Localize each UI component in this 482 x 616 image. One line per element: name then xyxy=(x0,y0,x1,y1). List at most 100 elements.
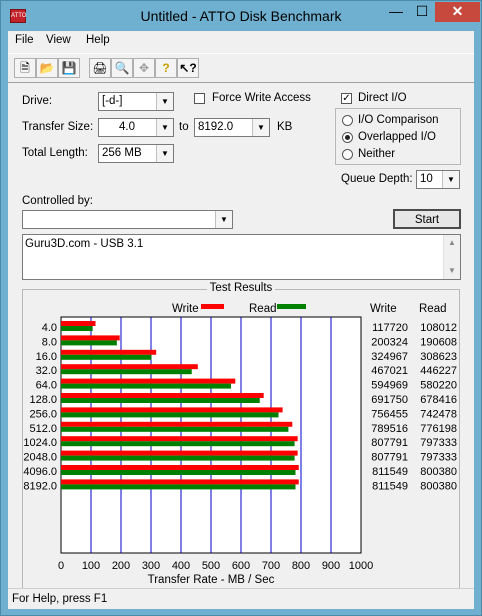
read-bar xyxy=(61,412,279,418)
write-value: 807791 xyxy=(371,437,408,449)
legend-read-label: Read xyxy=(249,303,277,315)
neither-label: Neither xyxy=(358,148,396,160)
chevron-down-icon: ▼ xyxy=(442,171,459,188)
read-value: 800380 xyxy=(420,466,457,478)
controlled-by-label: Controlled by: xyxy=(22,195,93,207)
io-comparison-radio[interactable] xyxy=(342,115,353,126)
read-bar xyxy=(61,383,231,389)
read-column-header: Read xyxy=(419,303,447,315)
legend-read-swatch xyxy=(277,304,306,309)
write-value: 789516 xyxy=(371,423,408,435)
read-value: 797333 xyxy=(420,452,457,464)
x-tick-label: 400 xyxy=(172,560,190,572)
read-bar xyxy=(61,470,296,475)
to-label: to xyxy=(179,121,189,133)
write-bar xyxy=(61,378,236,384)
read-bar xyxy=(61,340,117,346)
x-tick-label: 900 xyxy=(322,560,340,572)
menu-bar: File View Help xyxy=(8,31,474,51)
read-bar xyxy=(61,326,93,331)
write-value: 691750 xyxy=(371,394,408,406)
write-bar xyxy=(61,465,299,470)
chevron-down-icon: ▼ xyxy=(252,119,269,136)
status-bar: For Help, press F1 xyxy=(8,588,474,610)
overlapped-io-radio[interactable] xyxy=(342,132,353,143)
title-bar[interactable]: ATTO Untitled - ATTO Disk Benchmark — ☐ … xyxy=(1,1,481,31)
x-tick-label: 300 xyxy=(142,560,160,572)
write-bar xyxy=(61,321,96,326)
write-value: 807791 xyxy=(371,452,408,464)
controlled-by-select[interactable]: ▼ xyxy=(22,210,233,229)
drive-label: Drive: xyxy=(22,95,53,107)
results-chart: Write Read Write Read 4.0 8.0 16.0 32.0 64.0… xyxy=(23,303,457,586)
x-tick-label: 700 xyxy=(262,560,280,572)
chevron-down-icon: ▼ xyxy=(156,145,173,162)
transfer-size-label: 4096.0 xyxy=(23,466,57,478)
read-value: 308623 xyxy=(420,351,457,363)
description-textarea[interactable]: Guru3D.com - USB 3.1 ▲ ▼ xyxy=(22,234,461,280)
scroll-down-icon[interactable]: ▼ xyxy=(444,263,460,279)
read-value: 580220 xyxy=(420,380,457,392)
force-write-label: Force Write Access xyxy=(212,92,311,104)
transfer-size-label: 64.0 xyxy=(36,380,57,392)
help-icon[interactable]: ? xyxy=(155,58,177,78)
write-bar xyxy=(61,407,283,413)
transfer-size-label: 512.0 xyxy=(29,423,57,435)
write-value: 594969 xyxy=(371,380,408,392)
description-text: Guru3D.com - USB 3.1 xyxy=(25,238,144,250)
open-folder-icon[interactable]: 📂 xyxy=(36,58,58,78)
move-icon[interactable]: ✥ xyxy=(133,58,155,78)
write-bar xyxy=(61,450,298,456)
app-window: ATTO Untitled - ATTO Disk Benchmark — ☐ … xyxy=(0,0,482,616)
chevron-down-icon: ▼ xyxy=(156,93,173,110)
transfer-size-label: 4.0 xyxy=(42,322,57,334)
transfer-size-from-select[interactable]: 4.0 ▼ xyxy=(98,118,174,137)
maximize-button[interactable]: ☐ xyxy=(409,2,435,22)
read-value: 776198 xyxy=(420,423,457,435)
start-button[interactable]: Start xyxy=(393,209,461,229)
read-value: 446227 xyxy=(420,365,457,377)
print-icon[interactable]: 🖨 xyxy=(89,58,111,78)
direct-io-checkbox[interactable]: ✓ xyxy=(341,93,352,104)
write-value: 467021 xyxy=(371,365,408,377)
transfer-size-label: 8192.0 xyxy=(23,480,57,492)
total-length-select[interactable]: 256 MB ▼ xyxy=(98,144,174,163)
save-icon[interactable]: 💾 xyxy=(58,58,80,78)
x-tick-label: 100 xyxy=(82,560,100,572)
menu-file[interactable]: File xyxy=(15,34,34,46)
queue-depth-select[interactable]: 10 ▼ xyxy=(416,170,460,189)
new-icon[interactable]: 🗎 xyxy=(14,58,36,78)
context-help-icon[interactable]: ↖? xyxy=(177,58,199,78)
read-bar xyxy=(61,441,295,447)
write-value: 756455 xyxy=(371,408,408,420)
transfer-size-label: Transfer Size: xyxy=(22,121,94,133)
write-value: 200324 xyxy=(371,336,408,348)
overlapped-io-label: Overlapped I/O xyxy=(358,131,436,143)
write-column-header: Write xyxy=(370,303,397,315)
read-bar xyxy=(61,354,152,360)
drive-select[interactable]: [-d-] ▼ xyxy=(98,92,174,111)
read-value: 678416 xyxy=(420,394,457,406)
scroll-up-icon[interactable]: ▲ xyxy=(444,235,460,251)
menu-view[interactable]: View xyxy=(46,34,71,46)
legend-write-swatch xyxy=(201,304,224,309)
transfer-size-label: 128.0 xyxy=(29,394,57,406)
kb-label: KB xyxy=(277,121,293,133)
write-value: 117720 xyxy=(372,322,408,334)
write-bar xyxy=(61,393,264,398)
neither-radio[interactable] xyxy=(342,149,353,160)
x-tick-label: 600 xyxy=(232,560,250,572)
minimize-button[interactable]: — xyxy=(383,2,409,22)
print-preview-icon[interactable]: 🔍 xyxy=(111,58,133,78)
menu-help[interactable]: Help xyxy=(86,34,110,46)
transfer-size-label: 1024.0 xyxy=(23,437,57,449)
write-value: 324967 xyxy=(371,351,408,363)
force-write-checkbox[interactable] xyxy=(194,93,205,104)
close-button[interactable]: ✕ xyxy=(435,2,480,22)
transfer-size-to-select[interactable]: 8192.0 ▼ xyxy=(194,118,270,137)
x-axis-label: Transfer Rate - MB / Sec xyxy=(148,574,275,586)
read-value: 797333 xyxy=(420,437,457,449)
queue-depth-label: Queue Depth: xyxy=(341,173,413,185)
read-bar xyxy=(61,426,289,432)
description-scrollbar[interactable]: ▲ ▼ xyxy=(443,235,460,279)
